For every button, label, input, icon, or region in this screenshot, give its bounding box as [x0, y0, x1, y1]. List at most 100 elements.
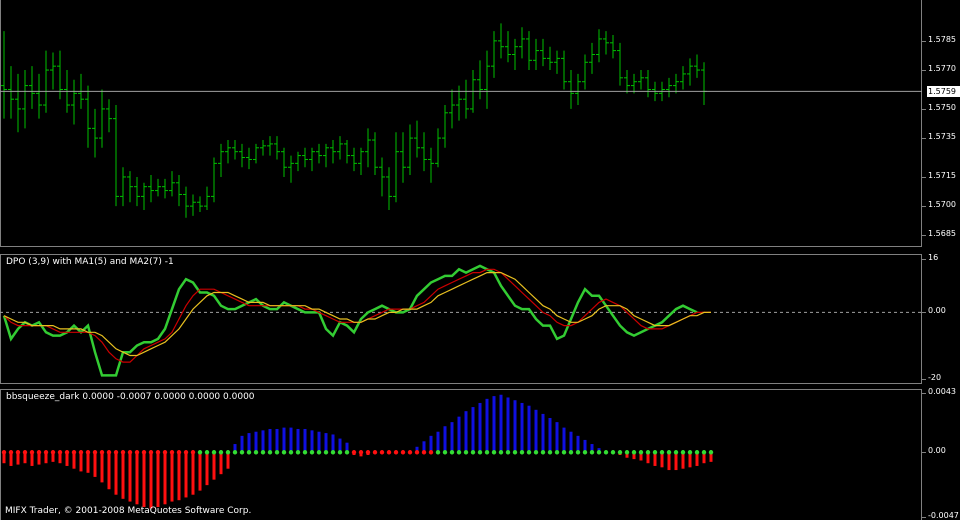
squeeze-dot [561, 450, 567, 455]
squeeze-dot [71, 450, 77, 455]
price-tick-label-mark [922, 108, 926, 110]
squeeze-dot [498, 450, 504, 455]
squeeze-dot [442, 450, 448, 455]
squeeze-dot [337, 450, 343, 455]
squeeze-dot [526, 450, 532, 455]
squeeze-dot [274, 450, 280, 455]
squeeze-dot [533, 450, 539, 455]
dpo-tick-label-mark [922, 312, 926, 314]
squeeze-dot [148, 450, 154, 455]
squeeze-dot [85, 450, 91, 455]
squeeze-dot [155, 450, 161, 455]
squeeze-dot [428, 450, 434, 455]
squeeze-dot [64, 450, 70, 455]
current-price-flag: 1.5759 [927, 86, 960, 98]
squeeze-dot [400, 450, 406, 455]
squeeze-dot [666, 450, 672, 455]
price-tick-label: 1.5685 [928, 229, 956, 239]
dpo-tick-label-mark [922, 378, 926, 380]
squeeze-dot [260, 450, 266, 455]
squeeze-dot [351, 450, 357, 455]
squeeze-dot [113, 450, 119, 455]
squeeze-dot [50, 450, 56, 455]
price-tick-label: 1.5770 [928, 64, 956, 74]
squeeze-dot [407, 450, 413, 455]
squeeze-dot [218, 450, 224, 455]
squeeze-dot [365, 450, 371, 455]
bbsqueeze-tick-label-mark [922, 516, 926, 518]
squeeze-dot [680, 450, 686, 455]
squeeze-dot [176, 450, 182, 455]
bbsqueeze-tick-label: 0.00 [928, 446, 946, 456]
squeeze-dot [449, 450, 455, 455]
chart-plot-svg [0, 23, 922, 509]
squeeze-dot [603, 450, 609, 455]
dpo-tick-label: -20 [928, 372, 942, 382]
squeeze-dot [673, 450, 679, 455]
squeeze-dot [106, 450, 112, 455]
squeeze-dot [295, 450, 301, 455]
squeeze-dot [701, 450, 707, 455]
squeeze-dot [652, 450, 658, 455]
squeeze-dot [1, 450, 7, 455]
squeeze-dot [505, 450, 511, 455]
squeeze-dot [197, 450, 203, 455]
squeeze-dot [687, 450, 693, 455]
squeeze-dot [141, 450, 147, 455]
squeeze-dot [183, 450, 189, 455]
squeeze-dot [645, 450, 651, 455]
squeeze-dot [610, 450, 616, 455]
squeeze-dot [624, 450, 630, 455]
squeeze-dot [582, 450, 588, 455]
squeeze-dot [43, 450, 49, 455]
price-tick-label-mark [922, 70, 926, 72]
squeeze-dot [29, 450, 35, 455]
squeeze-dot [253, 450, 259, 455]
copyright-text: MIFX Trader, © 2001-2008 MetaQuotes Soft… [5, 506, 252, 516]
squeeze-dot [78, 450, 84, 455]
squeeze-dot [554, 450, 560, 455]
squeeze-dot [127, 450, 133, 455]
squeeze-dot [659, 450, 665, 455]
squeeze-dot [92, 450, 98, 455]
bbsqueeze-tick-label: 0.0043 [928, 387, 956, 397]
squeeze-dot [491, 450, 497, 455]
squeeze-dot [470, 450, 476, 455]
squeeze-dot [15, 450, 21, 455]
squeeze-dot [575, 450, 581, 455]
squeeze-dot [288, 450, 294, 455]
price-tick-label: 1.5700 [928, 200, 956, 210]
squeeze-dot [456, 450, 462, 455]
squeeze-dot [484, 450, 490, 455]
squeeze-dot [8, 450, 14, 455]
price-tick-label-mark [922, 40, 926, 42]
price-tick-label-mark [922, 235, 926, 237]
squeeze-dot [393, 450, 399, 455]
squeeze-dot [414, 450, 420, 455]
squeeze-dot [358, 450, 364, 455]
squeeze-dot [519, 450, 525, 455]
squeeze-dot [36, 450, 42, 455]
squeeze-dot [57, 450, 63, 455]
squeeze-dot [99, 450, 105, 455]
squeeze-dot [225, 450, 231, 455]
squeeze-dot [232, 450, 238, 455]
price-tick-label-mark [922, 138, 926, 140]
squeeze-dot [596, 450, 602, 455]
squeeze-dot [302, 450, 308, 455]
price-tick-label-mark [922, 176, 926, 178]
squeeze-dot [617, 450, 623, 455]
squeeze-dot [694, 450, 700, 455]
dpo-series-line-2 [3, 272, 711, 357]
squeeze-dot [162, 450, 168, 455]
squeeze-dot [435, 450, 441, 455]
squeeze-dot [708, 450, 714, 455]
price-tick-label: 1.5715 [928, 170, 956, 180]
squeeze-dot [246, 450, 252, 455]
dpo-series-line-1 [3, 268, 711, 363]
squeeze-dot [638, 450, 644, 455]
squeeze-dot [379, 450, 385, 455]
price-tick-label-mark [922, 206, 926, 208]
dpo-tick-label: 16 [928, 253, 939, 263]
bbsqueeze-tick-label-mark [922, 393, 926, 395]
